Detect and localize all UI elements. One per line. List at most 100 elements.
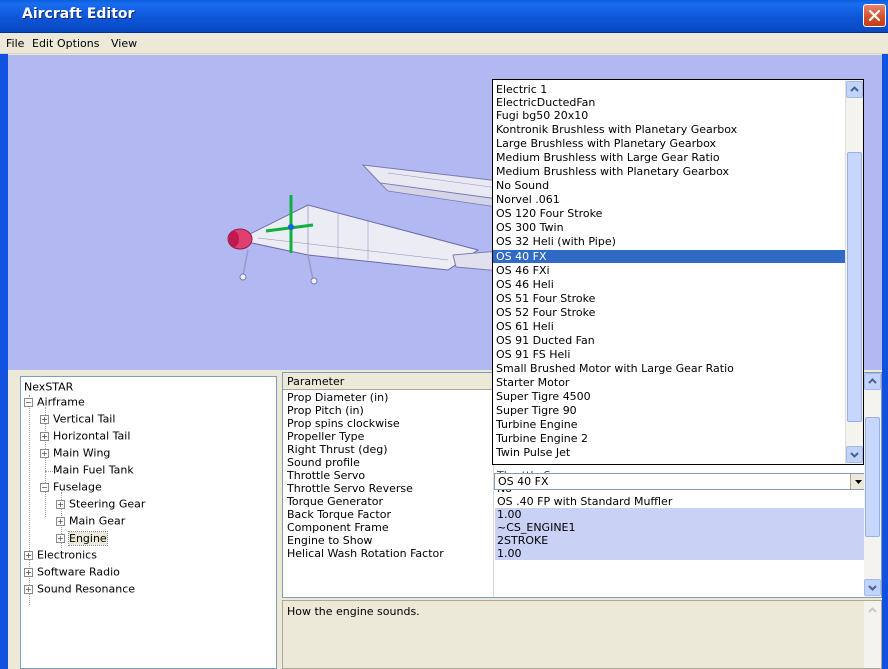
param-name: Propeller Type xyxy=(287,430,365,443)
param-value[interactable]: OS .40 FP with Standard Muffler xyxy=(495,495,865,508)
dropdown-option[interactable]: Twin Pulse Jet xyxy=(493,446,845,459)
param-name: Component Frame xyxy=(287,521,389,534)
param-name: Prop Diameter (in) xyxy=(287,391,389,404)
chevron-up-icon xyxy=(868,378,877,384)
dropdown-option[interactable]: OS 46 Heli xyxy=(493,278,845,291)
expand-icon[interactable]: + xyxy=(24,567,33,577)
tree-label: Vertical Tail xyxy=(53,412,116,426)
tree-item-horizontal-tail[interactable]: + Horizontal Tail xyxy=(40,429,130,446)
dropdown-option[interactable]: OS 91 Ducted Fan xyxy=(493,334,845,347)
dropdown-option[interactable]: Starter Motor xyxy=(493,376,845,389)
tree-item-vertical-tail[interactable]: + Vertical Tail xyxy=(40,412,115,429)
dropdown-option[interactable]: OS 52 Four Stroke xyxy=(493,306,845,319)
tree-label: Engine xyxy=(68,530,108,546)
param-name: Prop Pitch (in) xyxy=(287,404,364,417)
window-title: Aircraft Editor xyxy=(22,6,135,22)
dropdown-option[interactable]: OS 51 Four Stroke xyxy=(493,292,845,305)
dropdown-option[interactable]: Medium Brushless with Planetary Gearbox xyxy=(493,165,845,178)
tree-item-electronics[interactable]: + Electronics xyxy=(24,548,97,565)
tree-item-steering-gear[interactable]: + Steering Gear xyxy=(56,497,145,514)
tree-item-fuselage[interactable]: − Fuselage xyxy=(40,480,102,497)
title-bar[interactable]: Aircraft Editor xyxy=(0,0,888,33)
scroll-up-button[interactable] xyxy=(846,81,863,98)
scroll-up-button[interactable] xyxy=(864,373,881,390)
menu-view[interactable]: View xyxy=(111,37,137,50)
dropdown-option[interactable]: OS 46 FXi xyxy=(493,264,845,277)
sound-profile-dropdown-list[interactable]: Electric 1 ElectricDuctedFan Fugi bg50 2… xyxy=(492,79,864,465)
dropdown-option[interactable]: No Sound xyxy=(493,179,845,192)
tree-item-main-wing[interactable]: + Main Wing xyxy=(40,446,110,463)
expand-icon[interactable]: + xyxy=(40,448,49,458)
dropdown-option[interactable]: OS 91 FS Heli xyxy=(493,348,845,361)
grid-row[interactable]: Helical Wash Rotation Factor 1.00 xyxy=(283,547,865,560)
expand-icon[interactable]: + xyxy=(56,499,65,509)
grid-row[interactable]: Torque Generator OS .40 FP with Standard… xyxy=(283,495,865,508)
tree-item-main-fuel-tank[interactable]: Main Fuel Tank xyxy=(53,463,134,480)
combo-dropdown-button[interactable] xyxy=(850,474,865,489)
dropdown-option[interactable]: OS 300 Twin xyxy=(493,221,845,234)
dropdown-option[interactable]: Kontronik Brushless with Planetary Gearb… xyxy=(493,123,845,136)
expand-icon[interactable]: + xyxy=(56,516,65,526)
dropdown-option[interactable]: Super Tigre 90 xyxy=(493,404,845,417)
dropdown-option-selected[interactable]: OS 40 FX xyxy=(493,250,845,263)
dropdown-option[interactable]: OS 32 Heli (with Pipe) xyxy=(493,235,845,248)
expand-icon[interactable]: + xyxy=(24,584,33,594)
tree-label: Electronics xyxy=(37,548,97,562)
dropdown-option[interactable]: Turbine Engine xyxy=(493,418,845,431)
combo-value: OS 40 FX xyxy=(498,475,549,488)
chevron-down-icon xyxy=(868,585,877,591)
scroll-thumb[interactable] xyxy=(847,152,862,422)
expand-icon[interactable]: + xyxy=(56,533,65,543)
param-value[interactable]: 2STROKE xyxy=(495,534,865,547)
description-pane: How the engine sounds. xyxy=(282,600,882,669)
dropdown-option[interactable]: Small Brushed Motor with Large Gear Rati… xyxy=(493,362,845,375)
tree-label: Horizontal Tail xyxy=(53,429,131,443)
sound-profile-combo[interactable]: OS 40 FX xyxy=(494,473,866,490)
tree-item-engine[interactable]: + Engine xyxy=(56,530,108,548)
dropdown-option[interactable]: ElectricDuctedFan xyxy=(493,96,845,109)
param-value[interactable]: 1.00 xyxy=(495,547,865,560)
dropdown-option[interactable]: OS 120 Four Stroke xyxy=(493,207,845,220)
grid-row[interactable]: Component Frame ~CS_ENGINE1 xyxy=(283,521,865,534)
expand-icon[interactable]: + xyxy=(24,550,33,560)
grid-scrollbar[interactable] xyxy=(864,373,881,597)
dropdown-option[interactable]: Turbine Engine 2 xyxy=(493,432,845,445)
dropdown-option[interactable]: Norvel .061 xyxy=(493,193,845,206)
dropdown-option[interactable]: OS 61 Heli xyxy=(493,320,845,333)
param-name: Helical Wash Rotation Factor xyxy=(287,547,444,560)
dropdown-scrollbar[interactable] xyxy=(845,80,863,464)
tree-item-sound-resonance[interactable]: + Sound Resonance xyxy=(24,582,135,599)
scroll-thumb[interactable] xyxy=(865,417,880,537)
dropdown-option[interactable]: Fugi bg50 20x10 xyxy=(493,109,845,122)
param-name: Torque Generator xyxy=(287,495,383,508)
grid-row[interactable]: Engine to Show 2STROKE xyxy=(283,534,865,547)
description-scrollbar[interactable] xyxy=(864,601,881,668)
window-frame-left xyxy=(0,54,8,669)
dropdown-option[interactable]: Super Tigre 4500 xyxy=(493,390,845,403)
close-button[interactable] xyxy=(863,4,886,27)
param-value[interactable]: 1.00 xyxy=(495,508,865,521)
menu-options[interactable]: Options xyxy=(57,37,99,50)
param-value[interactable]: ~CS_ENGINE1 xyxy=(495,521,865,534)
tree-item-main-gear[interactable]: + Main Gear xyxy=(56,514,125,531)
parameter-column-header[interactable]: Parameter xyxy=(287,375,344,388)
collapse-icon[interactable]: − xyxy=(24,397,33,407)
param-name: Back Torque Factor xyxy=(287,508,392,521)
scroll-down-button[interactable] xyxy=(846,446,863,463)
dropdown-option[interactable]: Electric 1 xyxy=(493,83,845,96)
grid-row[interactable]: Back Torque Factor 1.00 xyxy=(283,508,865,521)
menu-file[interactable]: File xyxy=(6,37,24,50)
tree-label: Main Gear xyxy=(69,514,126,528)
expand-icon[interactable]: + xyxy=(40,431,49,441)
dropdown-option[interactable]: Large Brushless with Planetary Gearbox xyxy=(493,137,845,150)
param-name: Sound profile xyxy=(287,456,360,469)
param-name: Right Thrust (deg) xyxy=(287,443,388,456)
dropdown-option[interactable]: Medium Brushless with Large Gear Ratio xyxy=(493,151,845,164)
expand-icon[interactable]: + xyxy=(40,414,49,424)
tree-item-airframe[interactable]: − Airframe xyxy=(24,395,85,412)
tree-item-software-radio[interactable]: + Software Radio xyxy=(24,565,120,582)
component-tree[interactable]: NexSTAR − Airframe + Vertical Tail + Horizo… xyxy=(20,376,277,669)
scroll-down-button[interactable] xyxy=(864,579,881,596)
collapse-icon[interactable]: − xyxy=(40,482,49,492)
menu-edit[interactable]: Edit xyxy=(32,37,53,50)
